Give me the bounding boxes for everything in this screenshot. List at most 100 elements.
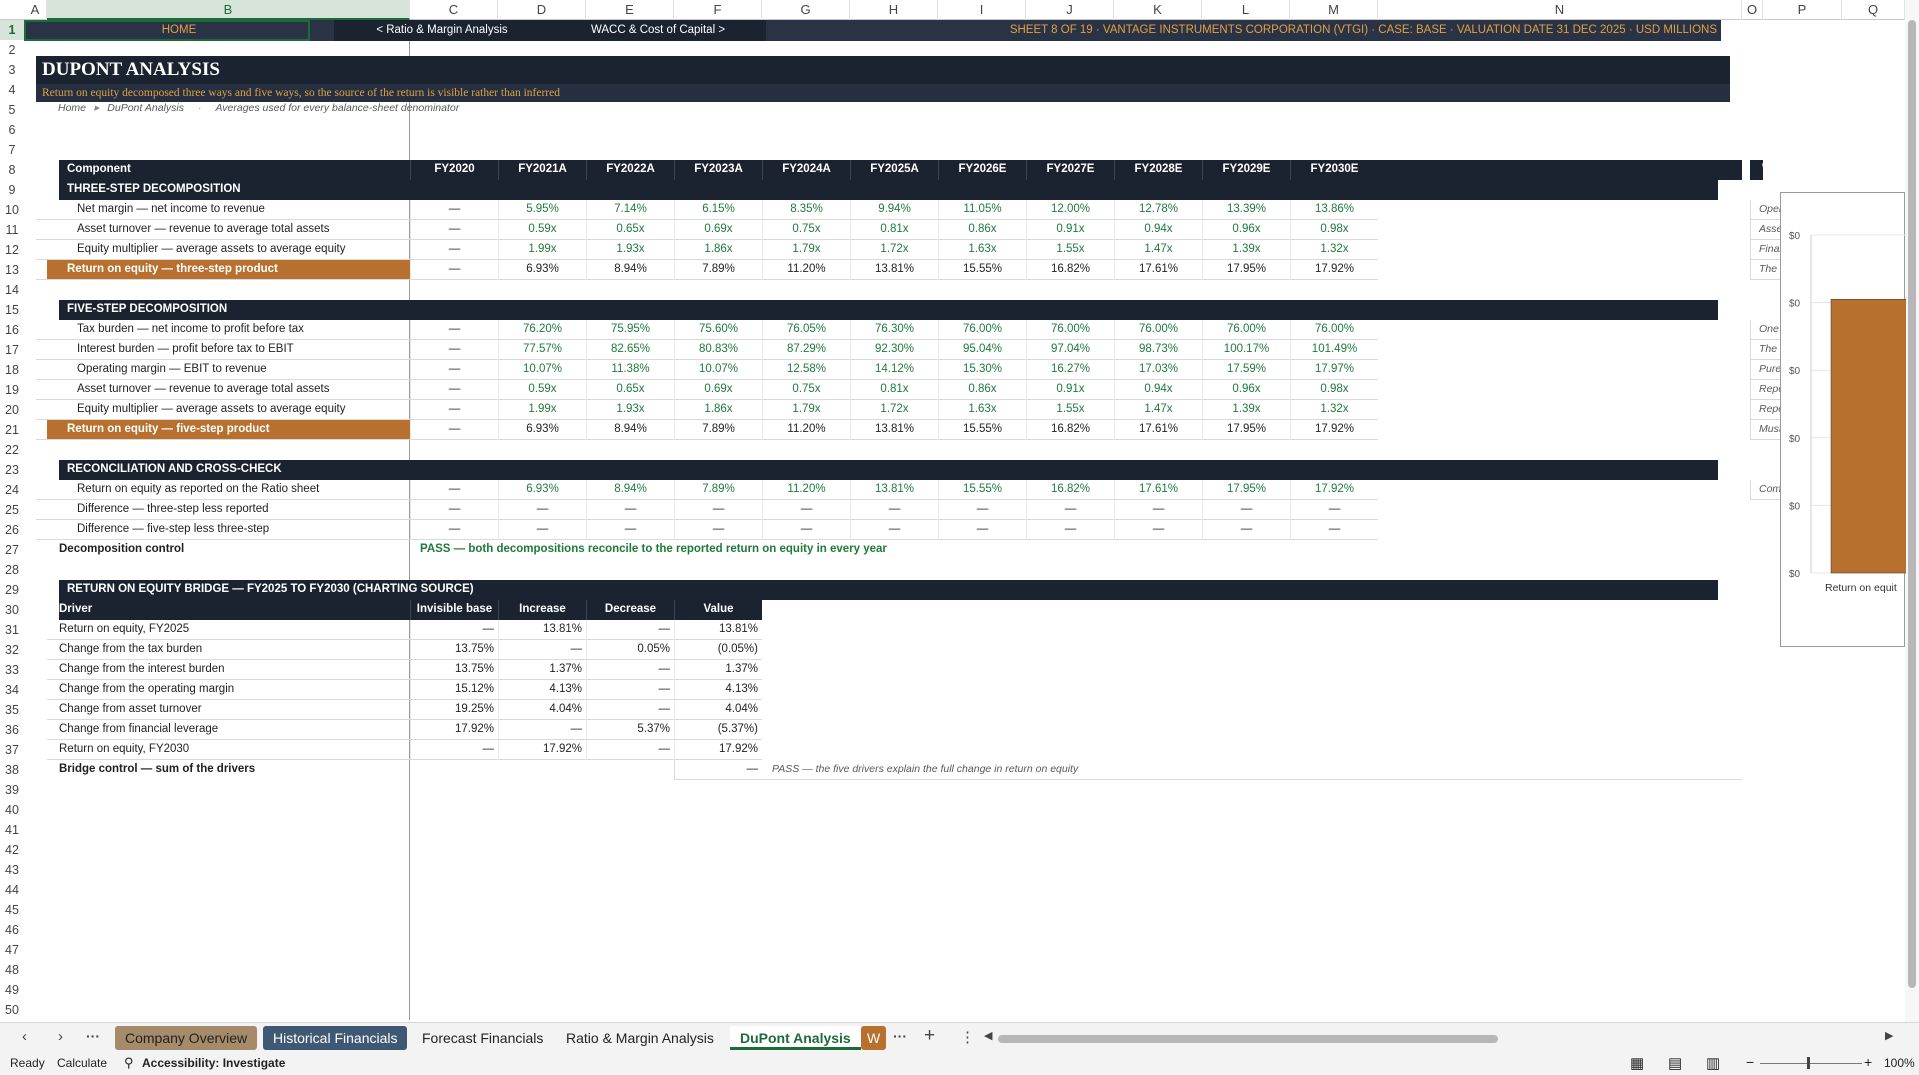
bridge-cell-0-4[interactable]: 13.81% xyxy=(674,620,762,640)
three_rows-value-3-8[interactable]: 17.61% xyxy=(1114,260,1202,280)
five_rows-value-4-9[interactable]: 1.39x xyxy=(1202,400,1290,420)
bridge-header-4[interactable]: Value xyxy=(674,600,762,620)
accessibility-icon[interactable]: ⚲ xyxy=(124,1055,134,1071)
recon_rows-value-0-8[interactable]: 17.61% xyxy=(1114,480,1202,500)
five_rows-value-4-6[interactable]: 1.63x xyxy=(938,400,1026,420)
header-year-fy2023a[interactable]: FY2023A xyxy=(674,160,762,180)
five_rows-label-0[interactable]: Tax burden — net income to profit before… xyxy=(47,320,410,340)
recon_rows-value-0-5[interactable]: 13.81% xyxy=(850,480,938,500)
five_rows-value-2-1[interactable]: 10.07% xyxy=(498,360,586,380)
row-header-38[interactable]: 38 xyxy=(0,760,24,780)
column-header-f[interactable]: F xyxy=(674,0,762,20)
five_rows-value-2-2[interactable]: 11.38% xyxy=(586,360,674,380)
recon_rows-value-2-7[interactable]: — xyxy=(1026,520,1114,540)
bridge-cell-2-2[interactable]: 1.37% xyxy=(498,660,586,680)
row-header-15[interactable]: 15 xyxy=(0,300,24,320)
row-header-1[interactable]: 1 xyxy=(0,20,24,40)
row-header-9[interactable]: 9 xyxy=(0,180,24,200)
five_rows-value-5-8[interactable]: 17.61% xyxy=(1114,420,1202,440)
header-year-fy2025a[interactable]: FY2025A xyxy=(850,160,938,180)
recon_rows-value-2-0[interactable]: — xyxy=(410,520,498,540)
five_rows-value-5-3[interactable]: 7.89% xyxy=(674,420,762,440)
recon_rows-value-1-9[interactable]: — xyxy=(1202,500,1290,520)
bridge-header-1[interactable]: Invisible base xyxy=(410,600,498,620)
row-header-34[interactable]: 34 xyxy=(0,680,24,700)
five_rows-value-5-9[interactable]: 17.95% xyxy=(1202,420,1290,440)
column-header-p[interactable]: P xyxy=(1763,0,1842,20)
five_rows-value-0-2[interactable]: 75.95% xyxy=(586,320,674,340)
five_rows-value-0-1[interactable]: 76.20% xyxy=(498,320,586,340)
five_rows-value-5-5[interactable]: 13.81% xyxy=(850,420,938,440)
column-header-a[interactable]: A xyxy=(24,0,47,20)
three_rows-value-1-10[interactable]: 0.98x xyxy=(1290,220,1378,240)
five_rows-label-1[interactable]: Interest burden — profit before tax to E… xyxy=(47,340,410,360)
row-header-10[interactable]: 10 xyxy=(0,200,24,220)
bridge-cell-1-2[interactable]: — xyxy=(498,640,586,660)
recon_rows-value-1-0[interactable]: — xyxy=(410,500,498,520)
three_rows-value-0-6[interactable]: 11.05% xyxy=(938,200,1026,220)
recon_rows-value-1-1[interactable]: — xyxy=(498,500,586,520)
three_rows-label-0[interactable]: Net margin — net income to revenue xyxy=(47,200,410,220)
five_rows-value-3-1[interactable]: 0.59x xyxy=(498,380,586,400)
five_rows-value-1-6[interactable]: 95.04% xyxy=(938,340,1026,360)
five_rows-value-1-8[interactable]: 98.73% xyxy=(1114,340,1202,360)
five_rows-value-1-1[interactable]: 77.57% xyxy=(498,340,586,360)
row-header-30[interactable]: 30 xyxy=(0,600,24,620)
five_rows-value-1-5[interactable]: 92.30% xyxy=(850,340,938,360)
three_rows-value-2-2[interactable]: 1.93x xyxy=(586,240,674,260)
five_rows-value-3-6[interactable]: 0.86x xyxy=(938,380,1026,400)
five_rows-value-4-7[interactable]: 1.55x xyxy=(1026,400,1114,420)
recon_rows-value-1-4[interactable]: — xyxy=(762,500,850,520)
recon_rows-label-0[interactable]: Return on equity as reported on the Rati… xyxy=(47,480,410,500)
bridge-cell-6-2[interactable]: 17.92% xyxy=(498,740,586,760)
row-header-20[interactable]: 20 xyxy=(0,400,24,420)
zoom-slider-thumb[interactable] xyxy=(1807,1057,1810,1069)
five_rows-value-0-4[interactable]: 76.05% xyxy=(762,320,850,340)
row-header-36[interactable]: 36 xyxy=(0,720,24,740)
row-header-14[interactable]: 14 xyxy=(0,280,24,300)
row-header-21[interactable]: 21 xyxy=(0,420,24,440)
three_rows-value-2-7[interactable]: 1.55x xyxy=(1026,240,1114,260)
five_rows-label-4[interactable]: Equity multiplier — average assets to av… xyxy=(47,400,410,420)
bridge-driver-5[interactable]: Change from financial leverage xyxy=(47,720,410,740)
row-header-45[interactable]: 45 xyxy=(0,900,24,920)
recon_rows-value-1-5[interactable]: — xyxy=(850,500,938,520)
chart-bar-roe-fy2025[interactable] xyxy=(1830,298,1912,574)
row-header-39[interactable]: 39 xyxy=(0,780,24,800)
header-year-fy2021a[interactable]: FY2021A xyxy=(498,160,586,180)
three_rows-value-2-9[interactable]: 1.39x xyxy=(1202,240,1290,260)
row-header-12[interactable]: 12 xyxy=(0,240,24,260)
section-bridge[interactable]: RETURN ON EQUITY BRIDGE — FY2025 TO FY20… xyxy=(47,580,647,600)
row-header-43[interactable]: 43 xyxy=(0,860,24,880)
recon_rows-value-1-2[interactable]: — xyxy=(586,500,674,520)
section-five-step[interactable]: FIVE-STEP DECOMPOSITION xyxy=(47,300,647,320)
recon_rows-value-1-6[interactable]: — xyxy=(938,500,1026,520)
zoom-level[interactable]: 100% xyxy=(1884,1056,1915,1070)
five_rows-value-2-10[interactable]: 17.97% xyxy=(1290,360,1378,380)
three_rows-value-0-10[interactable]: 13.86% xyxy=(1290,200,1378,220)
five_rows-label-5[interactable]: Return on equity — five-step product xyxy=(47,420,410,440)
five_rows-value-1-0[interactable]: — xyxy=(410,340,498,360)
row-header-8[interactable]: 8 xyxy=(0,160,24,180)
tab-company-overview[interactable]: Company Overview xyxy=(115,1026,258,1050)
three_rows-value-3-2[interactable]: 8.94% xyxy=(586,260,674,280)
three_rows-value-2-10[interactable]: 1.32x xyxy=(1290,240,1378,260)
three_rows-value-1-5[interactable]: 0.81x xyxy=(850,220,938,240)
recon_rows-value-2-6[interactable]: — xyxy=(938,520,1026,540)
five_rows-value-2-8[interactable]: 17.03% xyxy=(1114,360,1202,380)
five_rows-value-5-10[interactable]: 17.92% xyxy=(1290,420,1378,440)
five_rows-value-0-8[interactable]: 76.00% xyxy=(1114,320,1202,340)
five_rows-value-3-2[interactable]: 0.65x xyxy=(586,380,674,400)
bridge-cell-5-1[interactable]: 17.92% xyxy=(410,720,498,740)
row-header-16[interactable]: 16 xyxy=(0,320,24,340)
five_rows-value-4-1[interactable]: 1.99x xyxy=(498,400,586,420)
sheet-grid[interactable]: DUPONT ANALYSIS Return on equity decompos… xyxy=(24,20,1905,1020)
five_rows-value-5-2[interactable]: 8.94% xyxy=(586,420,674,440)
row-header-22[interactable]: 22 xyxy=(0,440,24,460)
next-sheet-link[interactable]: WACC & Cost of Capital > xyxy=(550,20,766,41)
three_rows-value-1-1[interactable]: 0.59x xyxy=(498,220,586,240)
recon_rows-value-0-0[interactable]: — xyxy=(410,480,498,500)
three_rows-value-0-8[interactable]: 12.78% xyxy=(1114,200,1202,220)
row-header-47[interactable]: 47 xyxy=(0,940,24,960)
scroll-left-icon[interactable]: ‹ xyxy=(22,1028,27,1045)
